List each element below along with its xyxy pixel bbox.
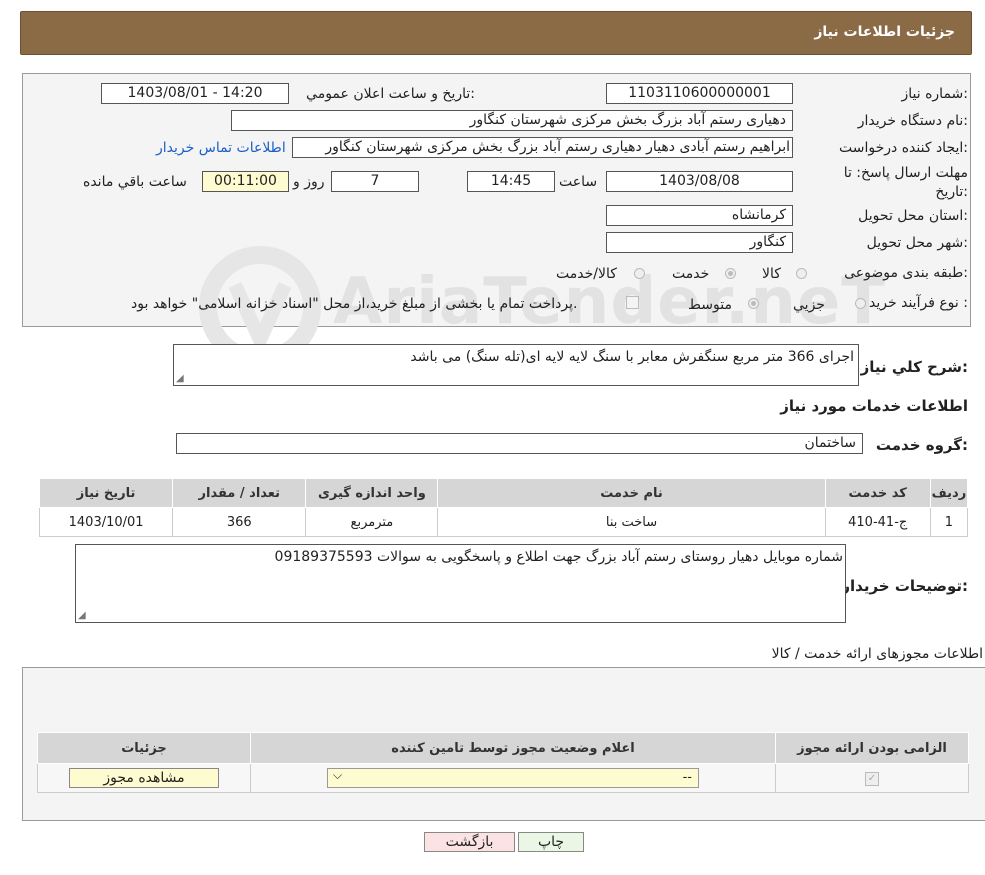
process-label: نوع فرآیند خرید : <box>869 295 968 311</box>
days-field: 7 <box>331 171 419 192</box>
col-index: ردیف <box>929 478 969 508</box>
cell-date: 1403/10/01 <box>38 507 174 537</box>
col-name: نام خدمت <box>437 478 826 508</box>
summary-text: اجرای 366 متر مربع سنگفرش معابر با سنگ ل… <box>410 349 854 365</box>
buyer-notes-label: توضیحات خریدار: <box>841 577 968 595</box>
summary-label: شرح کلي نیاز: <box>860 358 968 376</box>
cell-unit: مترمربع <box>305 507 439 537</box>
page-header: جزئیات اطلاعات نیاز <box>20 11 972 55</box>
buyer-notes-textarea[interactable]: شماره موبایل دهیار روستای رستم آباد بزرگ… <box>75 544 846 623</box>
buyer-contact-link[interactable]: اطلاعات تماس خریدار <box>156 140 286 156</box>
permits-table-header: الزامی بودن ارائه مجوز اعلام وضعیت مجوز … <box>37 732 969 764</box>
permits-section-title: اطلاعات مجوزهای ارائه خدمت / کالا <box>771 646 983 662</box>
services-table: ردیف کد خدمت نام خدمت واحد اندازه گیری ت… <box>38 478 969 537</box>
service-group-label: گروه خدمت: <box>875 436 968 454</box>
city-label: شهر محل تحویل: <box>866 235 968 251</box>
process-option-medium: متوسط <box>688 297 732 313</box>
buyer-org-label: نام دستگاه خریدار: <box>857 113 968 129</box>
col-permit-details: جزئیات <box>37 732 251 764</box>
category-option-service: خدمت <box>672 266 710 282</box>
province-label: استان محل تحویل: <box>858 208 968 224</box>
cell-qty: 366 <box>172 507 307 537</box>
services-table-header: ردیف کد خدمت نام خدمت واحد اندازه گیری ت… <box>38 478 969 508</box>
resize-handle-icon: ◢ <box>78 610 86 621</box>
province-field: کرمانشاه <box>606 205 793 226</box>
col-date: تاریخ نیاز <box>38 478 174 508</box>
deadline-time-label: ساعت <box>559 174 598 190</box>
permit-status-cell: -- ⌵ <box>250 763 776 793</box>
resize-handle-icon: ◢ <box>176 373 184 384</box>
view-permit-button[interactable]: مشاهده مجوز <box>69 768 219 788</box>
permit-details-cell: مشاهده مجوز <box>37 763 251 793</box>
col-unit: واحد اندازه گیری <box>305 478 439 508</box>
category-radio-service[interactable] <box>725 268 736 279</box>
city-field: کنگاور <box>606 232 793 253</box>
category-radio-goods[interactable] <box>796 268 807 279</box>
deadline-date-field: 1403/08/08 <box>606 171 793 192</box>
col-code: کد خدمت <box>824 478 931 508</box>
col-permit-required: الزامی بودن ارائه مجوز <box>775 732 969 764</box>
permits-table: الزامی بودن ارائه مجوز اعلام وضعیت مجوز … <box>37 732 969 793</box>
permit-required-cell: ✓ <box>775 763 969 793</box>
print-button[interactable]: چاپ <box>518 832 584 852</box>
category-label: طبقه بندی موضوعی: <box>844 265 968 281</box>
creator-field: ابراهیم رستم آبادی دهیار دهیاری رستم آبا… <box>292 137 793 158</box>
back-button[interactable]: بازگشت <box>424 832 515 852</box>
category-option-goods-service: کالا/خدمت <box>556 266 617 282</box>
check-icon[interactable]: ✓ <box>865 772 879 786</box>
col-qty: تعداد / مقدار <box>172 478 307 508</box>
service-group-field: ساختمان <box>176 433 863 454</box>
announce-label: تاریخ و ساعت اعلان عمومي: <box>306 86 475 102</box>
col-permit-status: اعلام وضعیت مجوز توسط تامین کننده <box>250 732 776 764</box>
deadline-time-field: 14:45 <box>467 171 555 192</box>
category-radio-goods-service[interactable] <box>634 268 645 279</box>
deadline-label: مهلت ارسال پاسخ: تا تاریخ: <box>844 164 968 202</box>
deadline-label-line2: تاریخ: <box>935 184 968 200</box>
page-title: جزئیات اطلاعات نیاز <box>814 24 955 40</box>
need-number-field: 1103110600000001 <box>606 83 793 104</box>
buyer-notes-text: شماره موبایل دهیار روستای رستم آباد بزرگ… <box>274 549 843 565</box>
cell-code: ج-41-410 <box>824 507 931 537</box>
cell-name: ساخت بنا <box>437 507 826 537</box>
announce-field: 1403/08/01 - 14:20 <box>101 83 289 104</box>
permit-status-value: -- <box>682 770 692 785</box>
cell-index: 1 <box>929 507 969 537</box>
need-number-label: شماره نیاز: <box>901 86 968 102</box>
days-label: روز و <box>293 174 325 190</box>
creator-label: ایجاد کننده درخواست: <box>839 140 968 156</box>
category-option-goods: کالا <box>762 266 781 282</box>
buyer-org-field: دهیاری رستم آباد بزرگ بخش مرکزی شهرستان … <box>231 110 793 131</box>
process-option-minor: جزیي <box>793 297 825 313</box>
process-radio-minor[interactable] <box>855 298 866 309</box>
remaining-time-label: ساعت باقي مانده <box>83 174 187 190</box>
deadline-label-line1: مهلت ارسال پاسخ: تا <box>843 165 968 181</box>
remaining-time-field: 00:11:00 <box>202 171 289 192</box>
permit-status-select[interactable]: -- ⌵ <box>327 768 699 788</box>
process-radio-medium[interactable] <box>748 298 759 309</box>
payment-note: پرداخت تمام یا بخشی از مبلغ خرید،از محل … <box>131 296 578 312</box>
services-section-title: اطلاعات خدمات مورد نیاز <box>780 397 968 415</box>
table-row: ✓ -- ⌵ مشاهده مجوز <box>37 763 969 793</box>
treasury-payment-checkbox[interactable] <box>626 296 639 309</box>
table-row: 1 ج-41-410 ساخت بنا مترمربع 366 1403/10/… <box>38 507 969 537</box>
summary-textarea[interactable]: اجرای 366 متر مربع سنگفرش معابر با سنگ ل… <box>173 344 859 386</box>
chevron-down-icon: ⌵ <box>333 768 343 782</box>
